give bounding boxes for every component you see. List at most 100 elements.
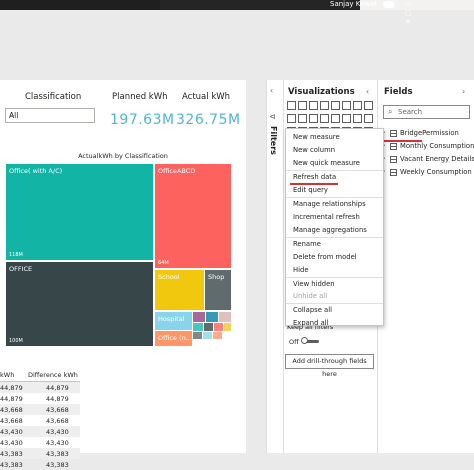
treemap-small-tile[interactable] <box>193 332 202 339</box>
menu-item-new-quick-measure[interactable]: New quick measure <box>293 159 360 167</box>
visual-type-icon[interactable] <box>353 114 362 123</box>
chevron-left-icon[interactable]: ‹ <box>366 87 369 96</box>
treemap-small-tile[interactable] <box>224 323 231 331</box>
fields-title: Fields <box>384 87 413 97</box>
tile-value: 118M <box>9 252 23 258</box>
keep-filters-toggle[interactable]: Off <box>289 337 319 346</box>
toggle-knob <box>301 337 308 344</box>
treemap-small-tile[interactable] <box>214 323 223 331</box>
cell-difference-kwh: 43,430 <box>46 439 69 447</box>
column-header-kwh[interactable]: kWh <box>0 371 14 379</box>
visual-type-icon[interactable] <box>287 101 296 110</box>
classification-dropdown[interactable]: All ⌄ <box>5 108 95 123</box>
tile-value: 64M <box>158 260 169 266</box>
menu-separator <box>286 277 383 278</box>
menu-item-manage-aggregations[interactable]: Manage aggregations <box>293 226 367 234</box>
cell-kwh: 43,383 <box>0 461 23 469</box>
field-table-name: BridgePermission <box>400 129 459 137</box>
treemap-tile-hospital[interactable]: Hospital <box>155 312 192 330</box>
menu-item-hide[interactable]: Hide <box>293 266 309 274</box>
menu-item-new-column[interactable]: New column <box>293 146 335 154</box>
table-row: 43,430 43,430 <box>0 437 80 448</box>
menu-item-rename[interactable]: Rename <box>293 240 321 248</box>
treemap-tile-shop[interactable]: Shop <box>205 270 231 310</box>
treemap-small-tile[interactable] <box>213 332 222 339</box>
table-icon <box>390 156 397 163</box>
table-row: 44,879 44,879 <box>0 382 80 393</box>
menu-item-view-hidden[interactable]: View hidden <box>293 280 335 288</box>
visual-type-icon[interactable] <box>364 114 373 123</box>
cell-kwh: 44,879 <box>0 395 23 403</box>
title-bar: Sanjay Kewat — ▢ ✕ <box>0 0 474 26</box>
visual-type-icon[interactable] <box>331 114 340 123</box>
table-icon <box>390 169 397 176</box>
table-row: 43,668 43,668 <box>0 415 80 426</box>
actual-kwh-label: Actual kWh <box>182 92 231 102</box>
menu-item-delete-from-model[interactable]: Delete from model <box>293 253 357 261</box>
window-buttons[interactable]: — ▢ ✕ <box>405 0 474 27</box>
visual-type-icon[interactable] <box>364 101 373 110</box>
menu-item-new-measure[interactable]: New measure <box>293 133 340 141</box>
menu-item-expand-all[interactable]: Expand all <box>293 319 329 327</box>
treemap-tile-office-n[interactable]: Office (n... <box>155 331 192 346</box>
visual-type-icon[interactable] <box>309 101 318 110</box>
planned-kwh-label: Planned kWh <box>112 92 168 102</box>
treemap-tile-office-ac[interactable]: Office( with A/C) 118M <box>6 164 153 260</box>
chevron-down-icon: ⌄ <box>9 110 16 119</box>
treemap-tile-office[interactable]: OFFICE 100M <box>6 262 153 346</box>
planned-kwh-value: 197.63M <box>110 112 175 128</box>
user-name[interactable]: Sanjay Kewat <box>330 0 377 9</box>
user-avatar[interactable] <box>383 1 395 8</box>
cell-difference-kwh: 43,430 <box>46 428 69 436</box>
cell-kwh: 43,668 <box>0 417 23 425</box>
treemap-small-tile[interactable] <box>219 312 231 322</box>
table-header: kWh Difference kWh <box>0 368 80 382</box>
visual-type-icon[interactable] <box>298 114 307 123</box>
menu-item-manage-relationships[interactable]: Manage relationships <box>293 200 366 208</box>
cell-difference-kwh: 43,383 <box>46 461 69 469</box>
cell-kwh: 43,383 <box>0 450 23 458</box>
cell-difference-kwh: 43,668 <box>46 406 69 414</box>
treemap-small-tile[interactable] <box>193 312 205 322</box>
chevron-left-icon[interactable]: ‹ <box>270 86 273 95</box>
table-icon <box>390 130 397 137</box>
treemap-small-tile[interactable] <box>204 323 213 331</box>
visual-type-icon[interactable] <box>287 114 296 123</box>
add-drill-through-button[interactable]: Add drill-through fields here <box>285 354 374 378</box>
annotation-underline-bridgepermission <box>382 140 422 142</box>
table-row: 43,668 43,668 <box>0 404 80 415</box>
annotation-underline-refresh-data <box>290 183 338 185</box>
menu-separator <box>286 170 383 171</box>
column-header-difference-kwh[interactable]: Difference kWh <box>28 371 78 379</box>
treemap-small-tile[interactable] <box>193 323 203 331</box>
fields-search-input[interactable]: ⌕ Search <box>383 105 470 119</box>
menu-item-refresh-data[interactable]: Refresh data <box>293 173 336 181</box>
visual-type-icon[interactable] <box>342 114 351 123</box>
treemap-tile-school[interactable]: School <box>155 270 204 310</box>
menu-item-incremental-refresh[interactable]: Incremental refresh <box>293 213 360 221</box>
visual-type-icon[interactable] <box>342 101 351 110</box>
visual-type-icon[interactable] <box>320 114 329 123</box>
visual-type-icon[interactable] <box>331 101 340 110</box>
treemap-small-tile[interactable] <box>206 312 218 322</box>
tile-label: OFFICE <box>9 265 33 273</box>
menu-item-collapse-all[interactable]: Collapse all <box>293 306 332 314</box>
canvas-gutter <box>246 80 266 453</box>
visual-type-icon[interactable] <box>320 101 329 110</box>
field-table-name: Weekly Consumption <box>400 168 472 176</box>
treemap-small-tile[interactable] <box>203 332 212 339</box>
visual-type-icon[interactable] <box>353 101 362 110</box>
treemap-tile-officeabcd[interactable]: OfficeABCD 64M <box>155 164 231 268</box>
cell-difference-kwh: 43,383 <box>46 450 69 458</box>
visual-type-icon[interactable] <box>298 101 307 110</box>
treemap-title: ActualkWh by Classification <box>78 152 168 160</box>
visual-type-icon[interactable] <box>309 114 318 123</box>
menu-item-edit-query[interactable]: Edit query <box>293 186 328 194</box>
cell-difference-kwh: 44,879 <box>46 395 69 403</box>
tile-label: Office( with A/C) <box>9 167 63 175</box>
chevron-right-icon[interactable]: › <box>462 87 465 96</box>
filters-pane-label[interactable]: Filters <box>269 126 278 155</box>
table-body: 44,879 44,879 44,879 44,879 43,668 43,668 43,6… <box>0 382 80 470</box>
menu-separator <box>286 237 383 238</box>
menu-item-unhide-all: Unhide all <box>293 292 328 300</box>
